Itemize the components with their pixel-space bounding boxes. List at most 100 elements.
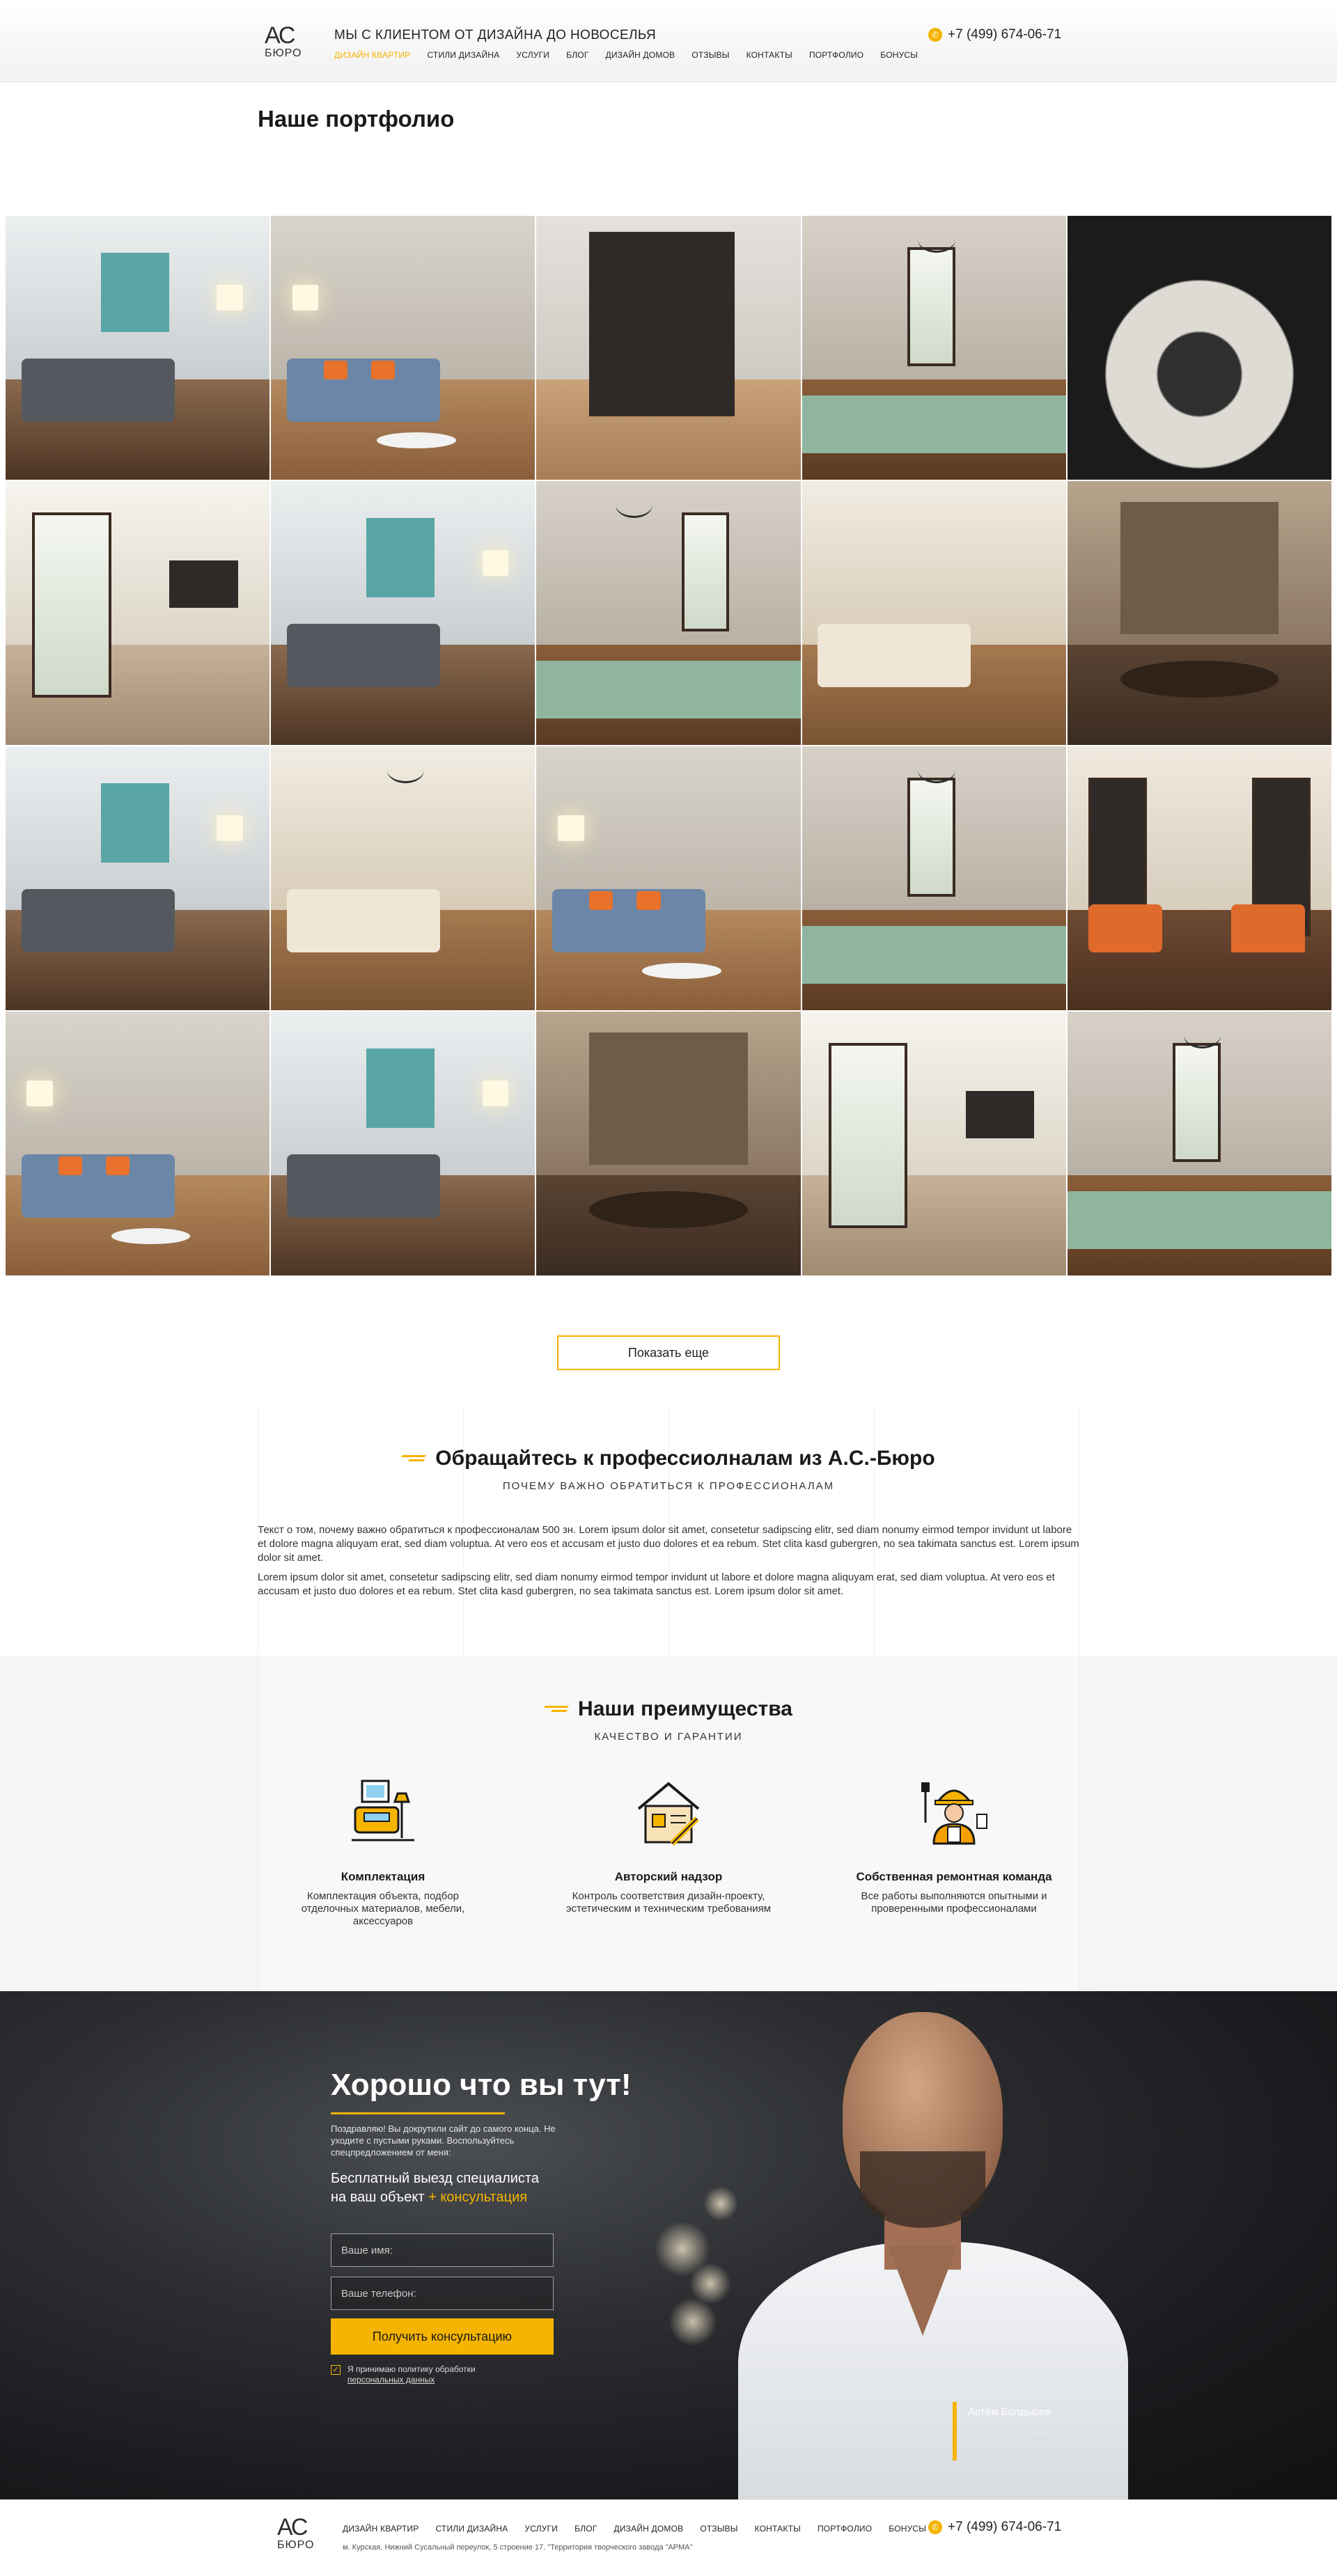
founder-caption: Артём Болдырев главный дизайнер и основа… xyxy=(953,2402,1051,2460)
consent-checkbox[interactable]: ✓ xyxy=(331,2365,341,2375)
footer-address: м. Курская, Нижний Сусальный переулок, 5… xyxy=(343,2543,693,2552)
offer-line: на ваш объект xyxy=(331,2190,425,2205)
consent: ✓ Я принимаю политику обработки персонал… xyxy=(331,2364,581,2385)
portfolio-image[interactable] xyxy=(6,481,270,745)
title-underline xyxy=(331,2112,505,2114)
footer-nav-item-reviews[interactable]: ОТЗЫВЫ xyxy=(700,2524,737,2534)
name-input[interactable] xyxy=(331,2233,554,2267)
tagline: МЫ С КЛИЕНТОМ ОТ ДИЗАЙНА ДО НОВОСЕЛЬЯ xyxy=(334,28,657,42)
portfolio-image[interactable] xyxy=(536,481,801,745)
logo[interactable]: АС БЮРО xyxy=(265,24,304,67)
advantage-item: Авторский надзор Контроль соответствия д… xyxy=(564,1774,773,1928)
footer-nav-item-apartments[interactable]: ДИЗАЙН КВАРТИР xyxy=(343,2524,419,2534)
worker-icon xyxy=(921,1782,987,1845)
portfolio-image[interactable] xyxy=(271,481,535,745)
footer-nav-item-services[interactable]: УСЛУГИ xyxy=(524,2524,558,2534)
cta-title: Хорошо что вы тут! xyxy=(331,2068,632,2102)
advantage-title: Комплектация xyxy=(341,1870,425,1883)
portfolio-image[interactable] xyxy=(536,746,801,1010)
about-paragraph: Текст о том, почему важно обратиться к п… xyxy=(258,1524,1079,1564)
portfolio-image[interactable] xyxy=(802,1012,1066,1275)
footer-phone[interactable]: ✆ +7 (499) 674-06-71 xyxy=(928,2520,1061,2535)
nav-item-contacts[interactable]: КОНТАКТЫ xyxy=(746,50,792,60)
accent-mark-icon xyxy=(402,1455,425,1462)
footer-nav-item-portfolio[interactable]: ПОРТФОЛИО xyxy=(818,2524,872,2534)
founder-name: Артём Болдырев xyxy=(968,2406,1051,2418)
consent-text: Я принимаю политику обработки xyxy=(347,2364,476,2374)
portfolio-image[interactable] xyxy=(802,481,1066,745)
portfolio-image[interactable] xyxy=(802,216,1066,480)
footer-nav-item-contacts[interactable]: КОНТАКТЫ xyxy=(755,2524,801,2534)
portfolio-title: Наше портфолио xyxy=(258,106,455,132)
portfolio-image[interactable] xyxy=(1067,481,1331,745)
about-text: Текст о том, почему важно обратиться к п… xyxy=(258,1523,1079,1604)
portfolio-image[interactable] xyxy=(6,216,270,480)
founder-role-line: и основатель студии xyxy=(968,2433,1048,2442)
cta-content: Хорошо что вы тут! Поздравляю! Вы докрут… xyxy=(331,2068,632,2385)
cta-lead: Поздравляю! Вы докрутили сайт до самого … xyxy=(331,2123,556,2158)
main-nav: ДИЗАЙН КВАРТИР СТИЛИ ДИЗАЙНА УСЛУГИ БЛОГ… xyxy=(334,50,918,60)
advantages-heading: Наши преимущества КАЧЕСТВО И ГАРАНТИИ xyxy=(0,1697,1337,1743)
advantages-title: Наши преимущества xyxy=(578,1697,792,1720)
phone-icon: ✆ xyxy=(928,28,942,42)
portfolio-gallery xyxy=(6,216,1331,1275)
privacy-link[interactable]: персональных данных xyxy=(347,2375,476,2385)
nav-item-styles[interactable]: СТИЛИ ДИЗАЙНА xyxy=(427,50,499,60)
site-footer: АС БЮРО ДИЗАЙН КВАРТИР СТИЛИ ДИЗАЙНА УСЛ… xyxy=(0,2499,1337,2576)
advantage-desc: Комплектация объекта, подбор отделочных … xyxy=(301,1890,465,1927)
advantage-title: Собственная ремонтная команда xyxy=(856,1870,1052,1883)
about-heading: Обращайтесь к профессиолналам из А.С.-Бю… xyxy=(0,1447,1337,1492)
portfolio-image[interactable] xyxy=(6,746,270,1010)
portfolio-image[interactable] xyxy=(1067,746,1331,1010)
nav-item-blog[interactable]: БЛОГ xyxy=(566,50,588,60)
footer-nav: ДИЗАЙН КВАРТИР СТИЛИ ДИЗАЙНА УСЛУГИ БЛОГ… xyxy=(343,2524,926,2534)
nav-item-portfolio[interactable]: ПОРТФОЛИО xyxy=(809,50,863,60)
footer-logo[interactable]: АС БЮРО xyxy=(277,2515,316,2559)
portfolio-image[interactable] xyxy=(536,1012,801,1275)
portfolio-image[interactable] xyxy=(271,216,535,480)
advantage-item: Собственная ремонтная команда Все работы… xyxy=(850,1774,1058,1928)
nav-item-houses[interactable]: ДИЗАЙН ДОМОВ xyxy=(606,50,675,60)
nav-item-bonuses[interactable]: БОНУСЫ xyxy=(880,50,918,60)
footer-nav-item-houses[interactable]: ДИЗАЙН ДОМОВ xyxy=(614,2524,684,2534)
show-more-button[interactable]: Показать еще xyxy=(557,1335,780,1370)
advantage-desc: Контроль соответствия дизайн-проекту, эс… xyxy=(565,1890,772,1915)
portfolio-image[interactable] xyxy=(271,746,535,1010)
founder-role: главный дизайнер и основатель студии 'АС… xyxy=(968,2422,1051,2453)
get-consultation-button[interactable]: Получить консультацию xyxy=(331,2318,554,2355)
footer-nav-item-styles[interactable]: СТИЛИ ДИЗАЙНА xyxy=(435,2524,508,2534)
header-phone[interactable]: ✆ +7 (499) 674-06-71 xyxy=(928,27,1061,42)
advantage-item: Комплектация Комплектация объекта, подбо… xyxy=(279,1774,487,1928)
about-subtitle: ПОЧЕМУ ВАЖНО ОБРАТИТЬСЯ К ПРОФЕССИОНАЛАМ xyxy=(502,1480,835,1492)
site-header: АС БЮРО МЫ С КЛИЕНТОМ ОТ ДИЗАЙНА ДО НОВО… xyxy=(0,0,1337,82)
advantages-subtitle: КАЧЕСТВО И ГАРАНТИИ xyxy=(594,1731,743,1743)
phone-icon: ✆ xyxy=(928,2520,942,2534)
footer-nav-item-bonuses[interactable]: БОНУСЫ xyxy=(889,2524,926,2534)
portfolio-image[interactable] xyxy=(1067,216,1331,480)
logo-buro: БЮРО xyxy=(277,2539,315,2551)
logo-buro: БЮРО xyxy=(265,47,302,59)
advantage-title: Авторский надзор xyxy=(614,1870,723,1883)
portfolio-image[interactable] xyxy=(536,216,801,480)
portfolio-image[interactable] xyxy=(802,746,1066,1010)
footer-nav-item-blog[interactable]: БЛОГ xyxy=(574,2524,597,2534)
logo-ac: АС xyxy=(265,22,295,49)
offer-accent: + консультация xyxy=(428,2190,528,2205)
nav-item-apartments[interactable]: ДИЗАЙН КВАРТИР xyxy=(334,50,410,60)
nav-item-services[interactable]: УСЛУГИ xyxy=(516,50,549,60)
phone-input[interactable] xyxy=(331,2277,554,2310)
accent-mark-icon xyxy=(545,1706,568,1713)
nav-item-reviews[interactable]: ОТЗЫВЫ xyxy=(691,50,729,60)
founder-role-line: главный дизайнер xyxy=(968,2422,1040,2432)
advantage-desc: Все работы выполняются опытными и провер… xyxy=(861,1890,1047,1915)
portfolio-image[interactable] xyxy=(6,1012,270,1275)
about-paragraph: Lorem ipsum dolor sit amet, consetetur s… xyxy=(258,1571,1055,1597)
logo-ac: АС xyxy=(277,2514,308,2540)
house-plan-icon xyxy=(637,1782,700,1846)
portfolio-image[interactable] xyxy=(1067,1012,1331,1275)
portfolio-image[interactable] xyxy=(271,1012,535,1275)
cta-section xyxy=(0,1991,1337,2499)
offer-line: Бесплатный выезд специалиста xyxy=(331,2171,539,2186)
founder-role-line: 'АС Бюро' xyxy=(968,2443,1006,2453)
consent-label: Я принимаю политику обработки персональн… xyxy=(347,2364,476,2385)
